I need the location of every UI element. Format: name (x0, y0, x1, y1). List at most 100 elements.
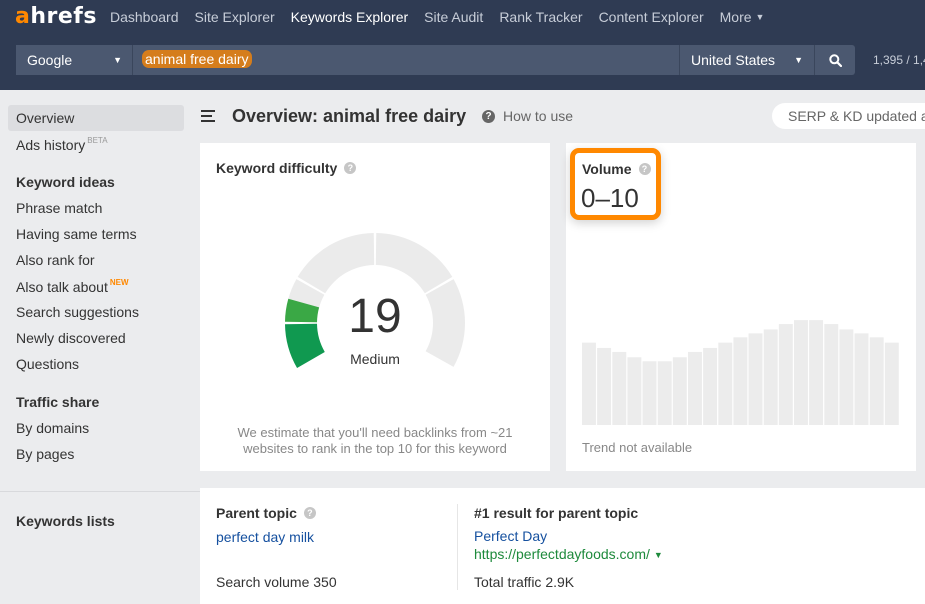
trend-bar (597, 347, 612, 425)
sidebar-item-search-suggestions[interactable]: Search suggestions (16, 304, 139, 320)
nav-dashboard[interactable]: Dashboard (110, 9, 179, 25)
caret-down-icon: ▼ (794, 55, 803, 65)
trend-bar (869, 337, 884, 425)
trend-bar (582, 342, 596, 425)
nav-content-explorer[interactable]: Content Explorer (599, 9, 704, 25)
serp-update-status[interactable]: SERP & KD updated a (772, 103, 925, 129)
trend-bar (778, 324, 793, 425)
sidebar-item-label: Also talk about (16, 279, 108, 295)
top-result-total-traffic: Total traffic 2.9K (474, 574, 575, 590)
sidebar-item-having-same-terms[interactable]: Having same terms (16, 226, 137, 242)
help-icon[interactable]: ? (344, 162, 357, 174)
card-title-text: Volume (582, 161, 632, 177)
help-icon: ? (482, 109, 495, 123)
column-divider (457, 504, 458, 590)
ahrefs-logo[interactable]: ahrefs (15, 4, 97, 29)
nav-more-label: More (719, 9, 752, 25)
country-value: United States (691, 52, 776, 68)
caret-down-icon: ▼ (113, 55, 122, 65)
card-title-text: #1 result for parent topic (474, 505, 639, 521)
trend-bar (884, 342, 899, 425)
search-button[interactable] (815, 45, 855, 75)
trend-bar (718, 342, 733, 425)
gauge-segment-background (297, 233, 375, 294)
volume-trend-placeholder-chart (582, 320, 899, 425)
volume-title: Volume ? (582, 161, 651, 177)
volume-value: 0–10 (581, 183, 639, 213)
sidebar-item-phrase-match[interactable]: Phrase match (16, 200, 102, 216)
parent-topic-title: Parent topic ? (216, 505, 316, 521)
trend-bar (672, 357, 687, 425)
volume-highlight-box: Volume ? 0–10 (570, 148, 661, 220)
parent-topic-link[interactable]: perfect day milk (216, 529, 314, 545)
keyword-input-value: animal free dairy (142, 50, 252, 68)
parent-topic-card: Parent topic ? perfect day milk Search v… (200, 488, 925, 604)
caret-down-icon: ▼ (755, 12, 765, 22)
nav-rank-tracker[interactable]: Rank Tracker (499, 9, 582, 25)
search-bar: Google ▼ animal free dairy United States… (16, 45, 855, 75)
top-navigation-bar: ahrefs Dashboard Site Explorer Keywords … (0, 0, 925, 90)
trend-bar (839, 329, 854, 425)
trend-bar (824, 324, 839, 425)
search-engine-select[interactable]: Google ▼ (16, 45, 133, 75)
top-result-url[interactable]: https://perfectdayfoods.com/ ▼ (474, 546, 663, 562)
country-select[interactable]: United States ▼ (680, 45, 815, 75)
sidebar-item-also-talk-about[interactable]: Also talk about NEW (16, 278, 129, 295)
trend-bar (657, 361, 672, 425)
trend-bar (809, 320, 824, 425)
sidebar-item-by-pages[interactable]: By pages (16, 446, 74, 462)
sidebar-item-also-rank-for[interactable]: Also rank for (16, 252, 95, 268)
backlinks-estimate-note: We estimate that you'll need backlinks f… (237, 425, 513, 456)
gauge-segment-background (375, 233, 453, 294)
new-badge: NEW (109, 278, 129, 287)
nav-keywords-explorer[interactable]: Keywords Explorer (291, 9, 409, 25)
hamburger-menu-icon[interactable] (201, 110, 215, 122)
trend-bar (688, 351, 702, 425)
sidebar-heading-keyword-ideas: Keyword ideas (16, 174, 115, 190)
beta-badge: BETA (87, 136, 108, 145)
nav-site-audit[interactable]: Site Audit (424, 9, 483, 25)
search-engine-value: Google (27, 52, 73, 68)
trend-not-available-note: Trend not available (582, 440, 693, 455)
sidebar-item-newly-discovered[interactable]: Newly discovered (16, 330, 126, 346)
parent-topic-search-volume: Search volume 350 (216, 574, 337, 590)
keyword-input[interactable]: animal free dairy (133, 45, 680, 75)
trend-bar (854, 333, 869, 425)
caret-down-icon[interactable]: ▼ (654, 550, 663, 560)
nav-more[interactable]: More ▼ (720, 9, 765, 25)
trend-bar (794, 320, 808, 425)
sidebar-item-questions[interactable]: Questions (16, 356, 79, 372)
sidebar-item-keywords-lists[interactable]: Keywords lists (16, 513, 115, 529)
sidebar-item-overview[interactable]: Overview (8, 105, 184, 131)
credits-counter: 1,395 / 1,4 (873, 53, 925, 67)
keyword-difficulty-value: 19 (348, 290, 402, 343)
search-icon (828, 53, 842, 67)
sidebar-item-ads-history[interactable]: Ads history BETA (16, 136, 108, 153)
keyword-difficulty-title: Keyword difficulty ? (216, 160, 357, 176)
top-result-title: #1 result for parent topic (474, 505, 638, 521)
trend-bar (748, 333, 763, 425)
trend-bar (627, 357, 642, 425)
help-icon[interactable]: ? (638, 163, 651, 175)
help-icon[interactable]: ? (303, 507, 316, 519)
top-result-url-text: https://perfectdayfoods.com/ (474, 546, 650, 562)
how-to-use-label: How to use (503, 108, 574, 124)
trend-bar (642, 361, 657, 425)
page-title: Overview: animal free dairy (232, 106, 467, 126)
sidebar-item-label: Ads history (16, 137, 86, 153)
top-result-page-link[interactable]: Perfect Day (474, 528, 547, 544)
sidebar: Overview Ads history BETA Keyword ideas P… (0, 90, 200, 604)
card-title-text: Parent topic (216, 505, 297, 521)
main-nav: Dashboard Site Explorer Keywords Explore… (110, 9, 780, 25)
keyword-difficulty-label: Medium (350, 351, 400, 367)
trend-bar (703, 347, 718, 425)
nav-site-explorer[interactable]: Site Explorer (195, 9, 275, 25)
trend-bar (763, 329, 778, 425)
how-to-use-link[interactable]: ? How to use (482, 108, 573, 124)
trend-bar (612, 351, 627, 425)
sidebar-item-by-domains[interactable]: By domains (16, 420, 89, 436)
card-title-text: Keyword difficulty (216, 160, 338, 176)
sidebar-divider (0, 491, 200, 492)
trend-bar (733, 337, 748, 425)
sidebar-heading-traffic-share: Traffic share (16, 394, 100, 410)
